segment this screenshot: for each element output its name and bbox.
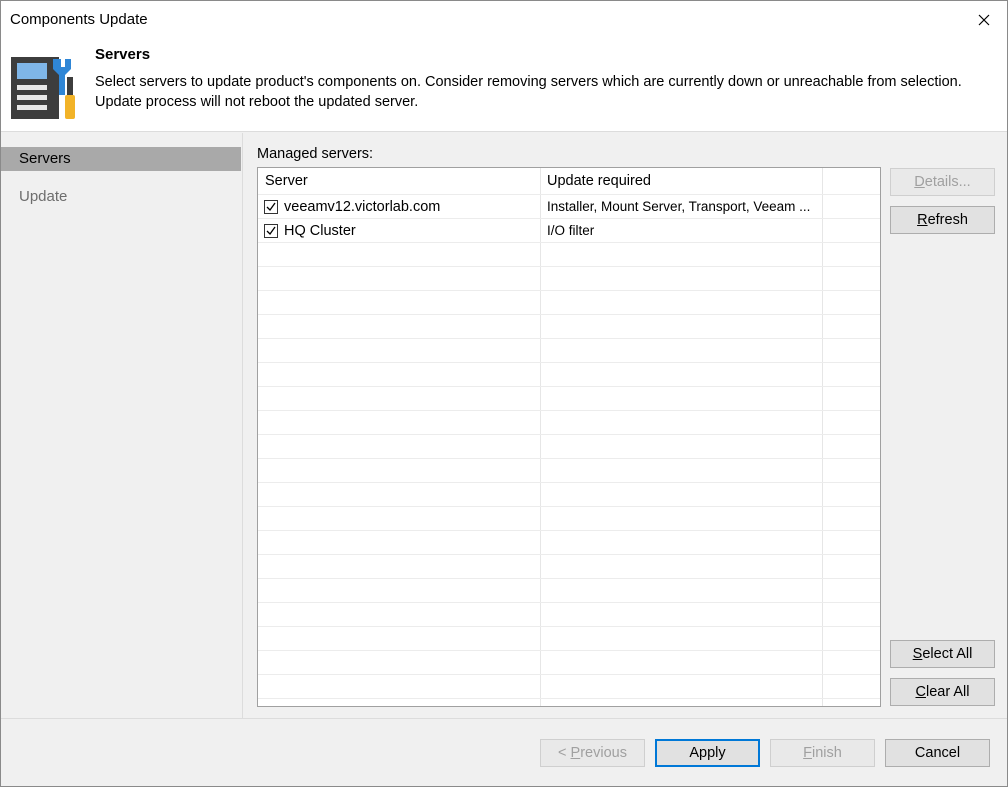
title-bar: Components Update <box>1 1 1007 39</box>
main-content: Managed servers: Server Update required <box>242 133 1007 718</box>
row-checkbox[interactable] <box>264 224 278 238</box>
managed-servers-list[interactable]: Server Update required veeamv12.victorla… <box>257 167 881 707</box>
table-cell-server[interactable]: veeamv12.victorlab.com <box>284 199 440 215</box>
apply-button[interactable]: Apply <box>655 739 760 767</box>
table-cell-update[interactable]: Installer, Mount Server, Transport, Veea… <box>547 199 810 214</box>
details-button[interactable]: Details... <box>890 168 995 196</box>
wizard-steps: Servers Update <box>1 133 241 718</box>
description-line-2: Update process will not reboot the updat… <box>95 94 419 110</box>
column-header-server[interactable]: Server <box>265 173 308 189</box>
select-all-button[interactable]: Select All <box>890 640 995 668</box>
managed-servers-label: Managed servers: <box>257 146 374 162</box>
column-header-update-required[interactable]: Update required <box>547 173 651 189</box>
cancel-button[interactable]: Cancel <box>885 739 990 767</box>
clear-all-button[interactable]: Clear All <box>890 678 995 706</box>
table-cell-update[interactable]: I/O filter <box>547 223 594 238</box>
server-tools-icon <box>9 55 81 121</box>
window-title: Components Update <box>10 11 148 28</box>
close-icon[interactable] <box>961 1 1007 39</box>
page-description: Select servers to update product's compo… <box>95 72 995 112</box>
description-line-1: Select servers to update product's compo… <box>95 74 962 90</box>
sidebar-item-servers[interactable]: Servers <box>1 147 241 171</box>
components-update-dialog: Components Update Servers Select servers… <box>0 0 1008 787</box>
wizard-header: Servers Select servers to update product… <box>1 39 1007 132</box>
refresh-button[interactable]: Refresh <box>890 206 995 234</box>
table-cell-server[interactable]: HQ Cluster <box>284 223 356 239</box>
wizard-footer: < Previous Apply Finish Cancel <box>1 718 1007 786</box>
finish-button[interactable]: Finish <box>770 739 875 767</box>
previous-button[interactable]: < Previous <box>540 739 645 767</box>
sidebar-item-update[interactable]: Update <box>1 185 241 209</box>
page-title: Servers <box>95 46 151 63</box>
checkmark-icon <box>266 202 276 212</box>
checkmark-icon <box>266 226 276 236</box>
row-checkbox[interactable] <box>264 200 278 214</box>
